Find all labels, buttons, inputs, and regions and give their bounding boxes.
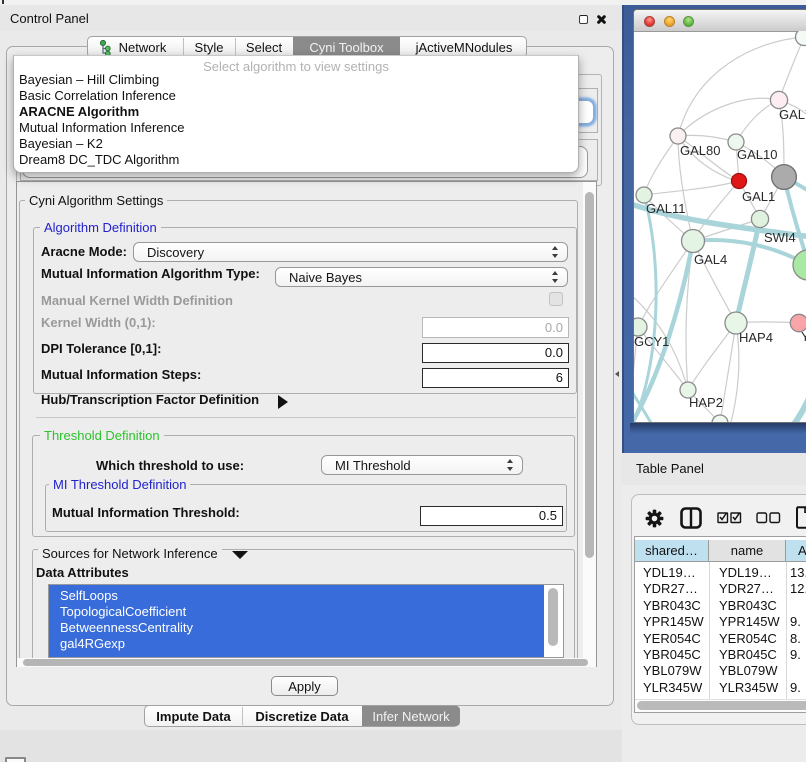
svg-text:GAL7: GAL7 [779, 107, 806, 122]
svg-text:GAL11: GAL11 [646, 201, 686, 216]
svg-text:GAL4: GAL4 [694, 252, 727, 267]
svg-text:SWI4: SWI4 [764, 230, 796, 245]
svg-text:GCY1: GCY1 [634, 334, 669, 349]
svg-text:Y: Y [801, 329, 806, 344]
svg-text:GAL1: GAL1 [742, 189, 775, 204]
svg-text:GAL80: GAL80 [680, 143, 720, 158]
svg-text:GAL10: GAL10 [737, 147, 777, 162]
svg-text:HAP2: HAP2 [689, 395, 723, 410]
svg-text:HAP4: HAP4 [739, 330, 773, 345]
